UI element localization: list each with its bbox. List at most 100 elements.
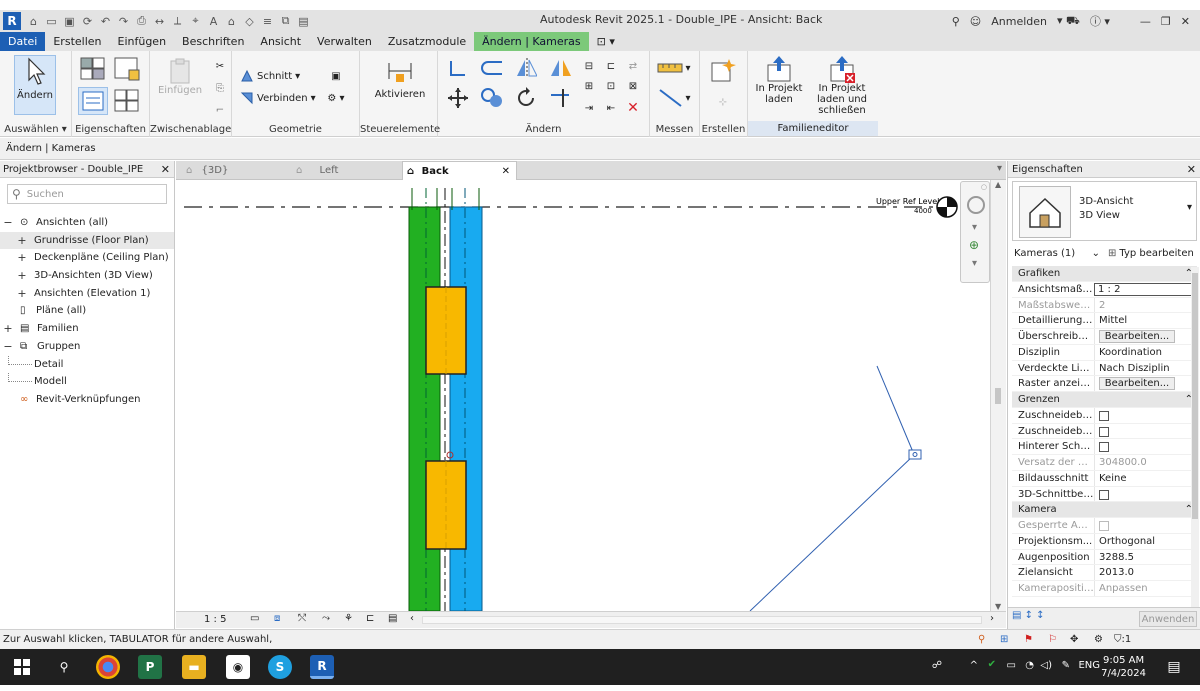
property-value[interactable]: Mittel — [1094, 313, 1197, 328]
steering-dropdown-icon[interactable]: ▾ — [972, 222, 977, 233]
section-icon[interactable]: ◇ — [241, 13, 258, 29]
measure-icon[interactable]: ↔ — [151, 13, 168, 29]
tab-file[interactable]: Datei — [0, 32, 46, 51]
restore-icon[interactable]: ❐ — [1161, 15, 1171, 28]
signin-link[interactable]: Anmelden — [991, 15, 1047, 28]
aligned-dimension-icon[interactable]: ▾ — [654, 87, 694, 109]
type-selector[interactable]: 3D-Ansicht 3D View ▾ — [1012, 181, 1197, 241]
create-similar-icon[interactable] — [708, 57, 738, 85]
windows-start-icon[interactable] — [10, 655, 34, 679]
temp-hide-icon[interactable]: ▤ — [388, 613, 397, 624]
property-checkbox[interactable] — [1099, 426, 1109, 437]
trim-single-icon[interactable]: ⇥ — [580, 97, 598, 119]
tab-create[interactable]: Erstellen — [45, 32, 109, 51]
edit-button[interactable]: Bearbeiten... — [1099, 330, 1175, 343]
close-navbar-icon[interactable]: ○ — [981, 183, 987, 191]
close-tab-icon[interactable]: ✕ — [502, 162, 510, 181]
properties-scroll-thumb[interactable] — [1192, 273, 1198, 519]
property-group-header[interactable]: Grenzen ⌃ — [1012, 392, 1197, 408]
select-underlay-icon[interactable]: ⊞ — [1000, 630, 1008, 650]
load-and-close-button[interactable]: In Projekt laden und schließen — [806, 55, 878, 116]
cut-icon[interactable]: ✂ — [208, 55, 232, 77]
edit-type-button[interactable]: ⊞ Typ bearbeiten — [1108, 248, 1194, 259]
close-icon[interactable]: ✕ — [1187, 161, 1196, 178]
security-icon[interactable]: ✔ — [988, 659, 996, 670]
offset-icon[interactable] — [480, 57, 504, 79]
align-icon[interactable] — [446, 57, 470, 79]
close-icon[interactable]: ✕ — [1181, 15, 1190, 28]
instance-filter-select[interactable]: Kameras (1) ⌄ — [1012, 248, 1102, 259]
property-value[interactable]: Koordination — [1094, 344, 1197, 360]
zoom-dropdown-icon[interactable]: ▾ — [972, 258, 977, 269]
collapse-toggle[interactable]: − — [3, 214, 13, 232]
tab-list-dropdown-icon[interactable]: ▾ — [997, 163, 1002, 174]
vertical-scrollbar[interactable]: ▲ ▼ — [990, 180, 1006, 611]
expand-toggle[interactable]: + — [3, 320, 13, 338]
network-icon[interactable]: ◔ — [1025, 660, 1034, 671]
tree-node-groups[interactable]: − ⧉ Gruppen — [0, 338, 174, 356]
tab-view-left[interactable]: ⌂ Left — [292, 161, 400, 180]
horizontal-scrollbar[interactable] — [422, 616, 982, 624]
select-links-icon[interactable]: ⚲ — [978, 630, 985, 650]
text-icon[interactable]: A — [205, 13, 222, 29]
binoculars-icon[interactable]: ⚲ — [952, 15, 960, 28]
type-properties-icon[interactable] — [78, 55, 108, 83]
print-icon[interactable]: ⎙ — [133, 13, 150, 29]
ribbon-toggle-icon[interactable]: ⊡ ▾ — [589, 32, 623, 51]
user-icon[interactable]: ☺ — [970, 15, 981, 28]
create-group-icon[interactable]: ⊹ — [708, 89, 738, 115]
language-indicator[interactable]: ENG — [1078, 660, 1100, 671]
pin-icon[interactable]: ⇄ — [624, 55, 642, 77]
load-into-project-button[interactable]: In Projekt laden — [752, 55, 806, 105]
modify-button[interactable]: Ändern — [14, 55, 56, 115]
zoom-region-icon[interactable]: ⊕ — [969, 238, 979, 252]
split-gap-icon[interactable]: ⊏ — [602, 55, 620, 77]
tab-insert[interactable]: Einfügen — [110, 32, 175, 51]
family-types-icon[interactable] — [112, 55, 142, 83]
expand-toggle[interactable]: + — [17, 232, 27, 250]
3d-view-icon[interactable]: ⌂ — [223, 13, 240, 29]
taskbar-search-icon[interactable]: ⚲ — [52, 655, 76, 679]
revit-logo-icon[interactable]: R — [3, 12, 21, 30]
delete-icon[interactable]: ✕ — [624, 97, 642, 119]
tree-node-floor-plans[interactable]: + Grundrisse (Floor Plan) — [0, 231, 174, 250]
pen-icon[interactable]: ✎ — [1062, 660, 1070, 671]
tree-node-sheets[interactable]: ▯ Pläne (all) — [0, 302, 174, 320]
property-group-header[interactable]: Grafiken ⌃ — [1012, 266, 1197, 282]
collapse-toggle[interactable]: − — [3, 338, 13, 356]
notification-icon[interactable]: ▤ — [1162, 655, 1186, 679]
close-hidden-icon[interactable]: ⧉ — [277, 13, 294, 29]
scale-icon[interactable]: ⊡ — [602, 75, 620, 97]
expand-toggle[interactable]: + — [17, 249, 27, 267]
tree-node-model[interactable]: Modell — [0, 373, 174, 391]
camera-app-icon[interactable]: ◉ — [226, 655, 250, 679]
cut-geometry-button[interactable]: Schnitt ▾ — [240, 69, 300, 83]
property-value[interactable]: 2013.0 — [1094, 565, 1197, 580]
property-value[interactable]: Keine — [1094, 470, 1197, 486]
unpin-icon[interactable]: ⊠ — [624, 75, 642, 97]
properties-palette-icon[interactable] — [78, 87, 108, 115]
open-icon[interactable]: ▭ — [43, 13, 60, 29]
select-by-face-icon[interactable]: ⚐ — [1048, 630, 1057, 650]
browser-search-input[interactable]: ⚲ Suchen — [7, 184, 167, 204]
tab-annotate[interactable]: Beschriften — [174, 32, 252, 51]
detail-level-icon[interactable]: ▭ — [250, 613, 259, 624]
copy-element-icon[interactable] — [480, 87, 504, 109]
project-app-icon[interactable]: P — [138, 655, 162, 679]
property-checkbox[interactable] — [1099, 442, 1109, 453]
split-face-icon[interactable]: ⚙ ▾ — [324, 87, 348, 109]
background-process-icon[interactable]: ⚙ — [1094, 630, 1103, 650]
scroll-right-icon[interactable]: › — [990, 613, 994, 624]
taskbar-clock[interactable]: 9:05 AM 7/4/2024 — [1101, 654, 1146, 680]
properties-help-icon[interactable]: ▤ ↕ ↕ — [1012, 610, 1045, 621]
crop-view-icon[interactable]: ⚘ — [344, 613, 353, 624]
tab-view[interactable]: Ansicht — [252, 32, 309, 51]
revit-taskbar-icon[interactable]: R — [310, 655, 334, 679]
tray-expand-icon[interactable]: ^ — [970, 660, 978, 671]
view-scale[interactable]: 1 : 5 — [204, 614, 226, 625]
copy-icon[interactable]: ⎘ — [208, 77, 232, 99]
array-icon[interactable]: ⊞ — [580, 75, 598, 97]
steering-wheel-icon[interactable] — [967, 196, 985, 214]
view-scale-input[interactable]: 1 : 2 — [1094, 282, 1197, 296]
skype-icon[interactable]: S — [268, 655, 292, 679]
